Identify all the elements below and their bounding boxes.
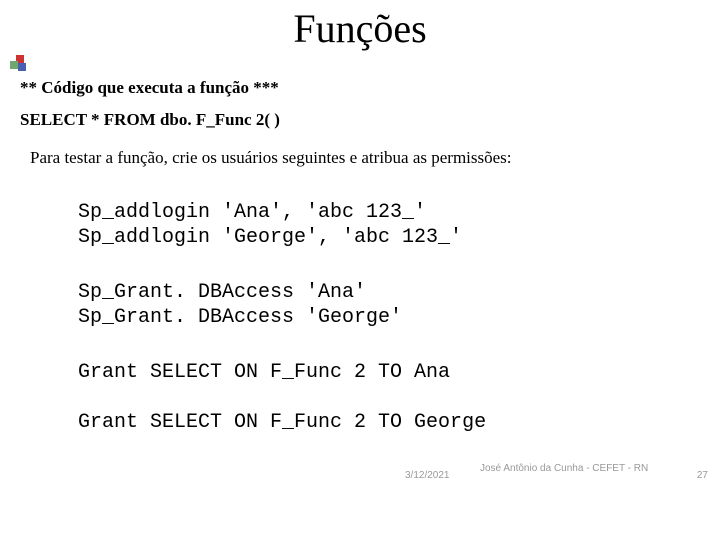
instruction-text: Para testar a função, crie os usuários s… (30, 148, 512, 168)
page-title: Funções (0, 5, 720, 52)
code-block-grant-george: Grant SELECT ON F_Func 2 TO George (78, 410, 486, 435)
code-block-addlogin: Sp_addlogin 'Ana', 'abc 123_' Sp_addlogi… (78, 200, 462, 250)
footer-author: José Antônio da Cunha - CEFET - RN (480, 462, 680, 475)
slide: Funções ** Código que executa a função *… (0, 0, 720, 540)
sql-select-line: SELECT * FROM dbo. F_Func 2( ) (20, 110, 280, 130)
comment-line: ** Código que executa a função *** (20, 78, 279, 98)
code-block-grantdbaccess: Sp_Grant. DBAccess 'Ana' Sp_Grant. DBAcc… (78, 280, 402, 330)
footer-date: 3/12/2021 (405, 470, 450, 481)
footer-page-number: 27 (697, 470, 708, 481)
code-block-grant-ana: Grant SELECT ON F_Func 2 TO Ana (78, 360, 450, 385)
accent-icon (10, 55, 26, 71)
